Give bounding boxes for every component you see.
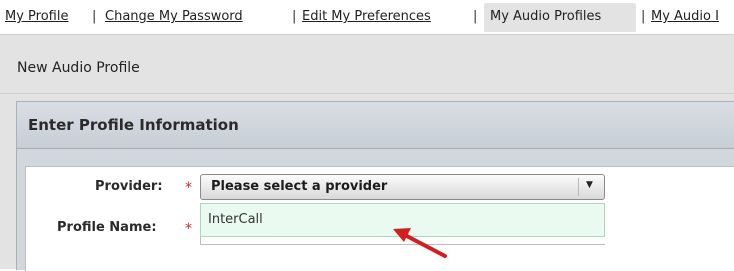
profile-name-label: Profile Name: [57,220,157,235]
provider-selected-value: Please select a provider [211,179,388,194]
nav-my-profile-link[interactable]: My Profile [5,9,68,24]
top-navigation: My Profile | Change My Password | Edit M… [0,0,734,34]
required-indicator: * [185,221,192,237]
nav-separator: | [92,9,97,24]
provider-label: Provider: [95,179,163,194]
section-title: Enter Profile Information [28,116,239,134]
provider-select[interactable]: Please select a provider ▼ [200,174,605,200]
nav-edit-preferences-link[interactable]: Edit My Preferences [302,9,431,24]
nav-my-audio-profiles-tab[interactable]: My Audio Profiles [484,3,636,32]
nav-my-audio-profiles-label: My Audio Profiles [490,9,602,24]
divider [0,93,734,94]
nav-my-audio-link[interactable]: My Audio I [651,9,719,24]
select-arrow-button[interactable]: ▼ [578,178,600,196]
nav-separator: | [473,9,478,24]
nav-change-password-link[interactable]: Change My Password [105,9,243,24]
chevron-down-icon: ▼ [586,180,593,190]
red-arrow-annotation-icon [393,228,447,258]
nav-separator: | [292,9,297,24]
required-indicator: * [185,180,192,196]
provider-option-intercall[interactable]: InterCall [208,212,263,227]
section-header: Enter Profile Information [17,102,734,149]
nav-separator: | [641,9,646,24]
page-title: New Audio Profile [17,60,140,76]
